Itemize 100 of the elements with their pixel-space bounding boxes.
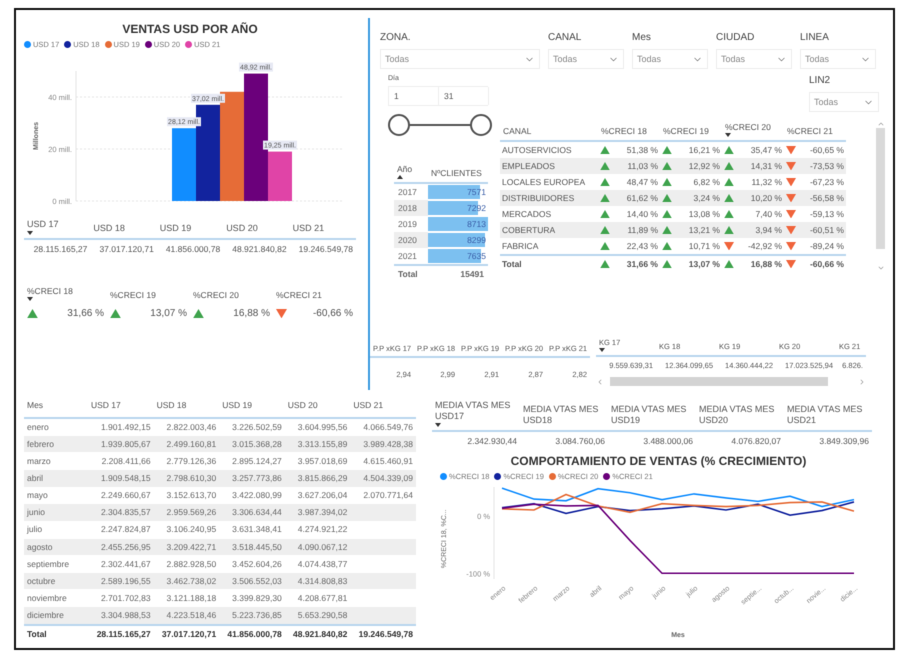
sort-arrow-icon[interactable] <box>27 296 33 301</box>
column-header[interactable]: %CRECI 21 <box>787 126 833 138</box>
sort-arrow-icon[interactable] <box>435 423 441 427</box>
table-cell: 3.989.428,38 <box>350 436 416 452</box>
table-cell: 16,21 % <box>688 145 720 156</box>
table-cell: 3.815.866,29 <box>284 470 350 487</box>
column-header[interactable]: MEDIA VTAS MES USD17 <box>435 400 517 423</box>
filter-dropdown[interactable]: Todas <box>380 49 540 69</box>
table-cell: 2.499.160,81 <box>154 436 220 452</box>
column-header[interactable]: %CRECI 20 <box>725 122 771 134</box>
sort-arrow-icon[interactable] <box>27 230 33 235</box>
table-cell: 2.959.569,26 <box>154 504 220 521</box>
table-cell: 3.506.552,03 <box>219 572 285 590</box>
filter-dropdown[interactable]: Todas <box>548 49 624 69</box>
table-cell-text: 3.422.080,99 <box>231 489 283 502</box>
column-header[interactable]: %CRECI 18 <box>601 126 647 138</box>
table-cell-text: AUTOSERVICIOS <box>501 144 573 158</box>
table-cell-text: 28.115.165,27 <box>32 242 88 256</box>
table-cell: -42,92 % <box>748 241 782 252</box>
column-header[interactable]: USD 18 <box>93 223 125 235</box>
column-header[interactable]: %CRECI 19 <box>663 126 709 138</box>
column-header[interactable]: USD 17 <box>88 396 154 419</box>
column-header[interactable]: Mes <box>24 396 88 419</box>
table-cell-text: 3.849.309,96 <box>818 435 870 448</box>
column-header[interactable]: MEDIA VTAS MES USD21 <box>787 404 869 427</box>
table-cell: 11,32 % <box>751 177 782 188</box>
table-cell: 3.209.422,71 <box>154 538 220 556</box>
table-cell: -67,23 % <box>810 177 844 188</box>
table-cell: 4.504.339,09 <box>350 470 416 487</box>
column-header[interactable]: USD 18 <box>154 396 220 419</box>
chevron-up-icon[interactable] <box>876 120 884 128</box>
table-cell: 3,94 % <box>756 225 782 236</box>
filter-dropdown[interactable]: Todas <box>716 49 792 69</box>
chevron-right-icon[interactable] <box>858 378 866 386</box>
table-cell-text: 3.604.995,56 <box>296 420 348 434</box>
column-header[interactable]: USD 20 <box>226 223 258 235</box>
slider-handle[interactable] <box>388 114 410 136</box>
table-cell: Total <box>24 624 88 644</box>
table-cell: 31,66 % <box>626 259 658 270</box>
table-cell-text: 4.074.438,77 <box>296 558 348 571</box>
table-cell-text: 2017 <box>397 186 418 200</box>
column-header[interactable]: %CRECI 19 <box>110 290 156 301</box>
column-header[interactable]: USD 19 <box>219 396 285 419</box>
filter-dropdown[interactable]: Todas <box>632 49 708 69</box>
filter-label: ZONA. <box>380 32 412 43</box>
filter-dropdown[interactable]: Todas <box>809 92 879 112</box>
column-header[interactable]: USD 19 <box>160 223 192 235</box>
growth-value: 31,66 % <box>67 308 104 319</box>
table-cell: 3.257.773,86 <box>219 470 285 487</box>
table-cell: 11,03 % <box>627 161 658 172</box>
table-cell: 6,82 % <box>694 177 720 188</box>
column-header[interactable]: USD 21 <box>350 396 416 419</box>
column-header[interactable]: %CRECI 18 <box>27 286 73 297</box>
table-cell: -60,66 % <box>810 259 844 270</box>
table-cell: 13,08 % <box>688 209 720 220</box>
column-header[interactable]: MEDIA VTAS MES USD18 <box>523 404 605 427</box>
table-cell-text: 48.921.840,82 <box>231 242 288 256</box>
filter-dropdown[interactable]: Todas <box>800 49 876 69</box>
table-cell: 2.589.196,55 <box>88 572 154 590</box>
table-cell-text: FABRICA <box>501 240 540 254</box>
filter-label: CIUDAD <box>716 32 756 43</box>
table-cell-text: 2.249.660,67 <box>100 489 152 502</box>
table-cell: 35,47 % <box>750 145 782 156</box>
table-cell-text: 3.957.018,69 <box>296 454 348 468</box>
table-cell-text: 3.121.188,18 <box>166 592 218 606</box>
column-header[interactable]: CANAL <box>503 126 532 138</box>
sort-arrow-icon[interactable] <box>397 175 403 180</box>
table-cell: 14,40 % <box>626 209 658 220</box>
column-header[interactable]: NºCLIENTES <box>431 168 482 180</box>
column-header[interactable]: Año <box>397 164 412 176</box>
column-header[interactable]: MEDIA VTAS MES USD20 <box>699 404 781 427</box>
table-cell: EMPLEADOS <box>500 158 598 174</box>
table-cell-text: 4.208.677,81 <box>296 592 348 606</box>
table-cell-text: enero <box>26 420 50 434</box>
column-header[interactable]: MEDIA VTAS MES USD19 <box>611 404 693 427</box>
column-header[interactable]: %CRECI 21 <box>276 290 322 301</box>
slider-handle[interactable] <box>470 114 492 136</box>
column-header[interactable]: %CRECI 20 <box>193 290 239 301</box>
growth-value: 16,88 % <box>233 308 270 319</box>
table-cell: -89,24 % <box>810 241 844 252</box>
table-cell-text: 3.226.502,59 <box>231 420 283 434</box>
table-cell-text: 4.615.460,91 <box>362 454 414 468</box>
table-cell-text: 4.066.549,76 <box>362 420 414 434</box>
table-cell: 8713 <box>467 219 486 230</box>
table-cell: 2.455.256,95 <box>88 538 154 556</box>
table-cell: 48,47 % <box>626 177 658 188</box>
table-cell-text: 2.342.930,44 <box>466 435 518 448</box>
range-slider[interactable] <box>388 114 492 136</box>
column-header[interactable]: USD 20 <box>284 396 350 419</box>
table-cell: 5.223.736,85 <box>219 607 285 624</box>
range-fields[interactable]: 1 31 <box>388 86 488 106</box>
column-header[interactable]: USD 21 <box>292 223 324 235</box>
chevron-left-icon[interactable] <box>596 378 604 386</box>
table-cell-text: 2.882.928,50 <box>166 558 218 571</box>
sort-arrow-icon[interactable] <box>599 348 605 352</box>
sort-arrow-icon[interactable] <box>725 133 731 138</box>
column-header[interactable]: USD 17 <box>27 219 59 231</box>
table-cell: 13,21 % <box>688 225 720 236</box>
table-cell: octubre <box>24 572 88 590</box>
table-cell: 10,20 % <box>750 193 782 204</box>
